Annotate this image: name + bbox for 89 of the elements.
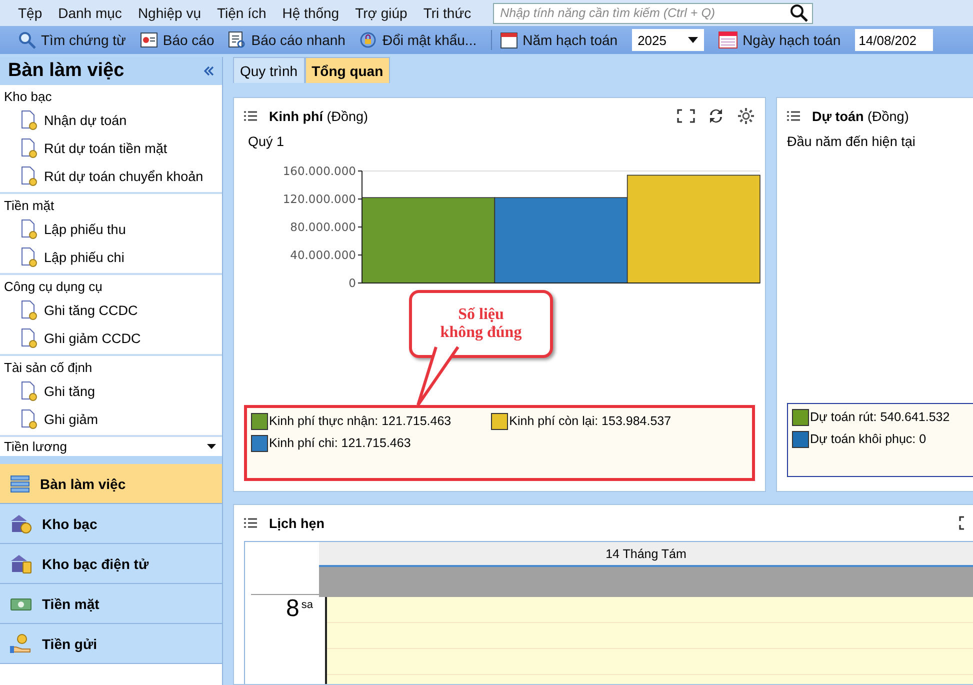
document-icon <box>20 110 38 130</box>
legend-label: Kinh phí thực nhận: 121.715.463 <box>269 414 452 428</box>
period-label: Đầu năm đến hiện tại <box>787 134 916 149</box>
list-icon[interactable] <box>244 518 257 528</box>
toolbar-button[interactable]: Năm hạch toán <box>500 31 618 49</box>
report-icon <box>140 32 158 48</box>
nav-button[interactable]: Bàn làm việc <box>0 464 222 504</box>
callout-text: không đúng <box>440 324 522 342</box>
axis-tick-label: 120.000.000 <box>282 192 356 206</box>
menu-item[interactable]: Tiện ích <box>208 5 274 21</box>
toolbar-button[interactable]: Đổi mật khẩu... <box>359 31 477 49</box>
list-icon[interactable] <box>244 111 257 121</box>
sidebar-item[interactable]: Rút dự toán tiền mặt <box>0 134 222 162</box>
menu-item[interactable]: Tri thức <box>415 5 480 21</box>
sidebar-item[interactable]: Lập phiếu thu <box>0 215 222 243</box>
sidebar-item[interactable]: Ghi tăng CCDC <box>0 296 222 324</box>
document-icon <box>20 247 38 267</box>
menu-item[interactable]: Trợ giúp <box>347 5 416 21</box>
panel-title: Lịch hẹn <box>269 516 325 530</box>
document-icon <box>20 328 38 348</box>
date-field[interactable]: 14/08/202 <box>854 29 933 51</box>
legend-label: Dự toán khôi phục: 0 <box>810 432 926 446</box>
legend-label: Dự toán rút: 540.641.532 <box>810 410 950 424</box>
panel-title: Dự toán (Đồng) <box>812 108 909 124</box>
sidebar-title: Bàn làm việc <box>8 60 124 82</box>
document-icon <box>20 300 38 320</box>
hour-label: 8 <box>286 595 300 624</box>
splitter-handle[interactable] <box>0 456 222 464</box>
group-title: Tài sản cố định <box>3 359 94 377</box>
sidebar-item[interactable]: Nhận dự toán <box>0 106 222 134</box>
calendar-icon <box>718 31 738 49</box>
toolbar-button[interactable]: Tìm chứng từ <box>18 31 126 49</box>
year-select[interactable]: 2025 <box>632 29 704 51</box>
search-icon <box>18 31 36 49</box>
toolbar-button[interactable]: Báo cáo nhanh <box>228 31 346 49</box>
hour-suffix: sa <box>301 598 313 613</box>
document-icon <box>20 166 38 186</box>
settings-icon[interactable] <box>737 107 755 125</box>
nav-button[interactable]: Kho bạc điện tử <box>0 544 222 584</box>
cash-icon <box>10 596 32 612</box>
document-icon <box>20 219 38 239</box>
layout-icon <box>10 474 30 492</box>
collapse-icon[interactable] <box>204 66 214 76</box>
nav-button[interactable]: Tiền mặt <box>0 584 222 624</box>
sidebar-item[interactable]: Rút dự toán chuyển khoản <box>0 162 222 190</box>
calendar-icon <box>500 31 518 49</box>
legend-label: Kinh phí còn lại: 153.984.537 <box>509 414 672 428</box>
nav-button[interactable]: Tiền gửi <box>0 624 222 664</box>
report-icon <box>228 31 246 49</box>
sidebar-item[interactable]: Ghi giảm <box>0 405 222 433</box>
menu-item[interactable]: Danh mục <box>50 5 130 21</box>
toolbar-button[interactable]: Ngày hạch toán <box>718 31 841 49</box>
sidebar-item[interactable]: Lập phiếu chi <box>0 243 222 271</box>
callout-text: Số liệu <box>458 306 504 324</box>
bank-icon <box>10 554 32 574</box>
caret-icon <box>688 37 698 43</box>
bank-icon <box>10 514 32 534</box>
tab[interactable]: Quy trình <box>233 57 305 83</box>
sidebar-item[interactable]: Ghi tăng <box>0 377 222 405</box>
document-icon <box>20 138 38 158</box>
document-icon <box>20 381 38 401</box>
panel-title: Kinh phí (Đồng) <box>269 108 368 124</box>
document-icon <box>20 409 38 429</box>
refresh-icon[interactable] <box>707 107 725 125</box>
lock-icon <box>359 31 378 49</box>
sidebar-item[interactable]: Ghi giảm CCDC <box>0 324 222 352</box>
period-label: Quý 1 <box>248 134 286 149</box>
list-icon[interactable] <box>787 111 800 121</box>
group-header[interactable]: Tiền lương <box>0 437 222 456</box>
menu-item[interactable]: Nghiệp vụ <box>130 5 209 21</box>
caret-icon <box>207 444 216 449</box>
toolbar-button[interactable]: Báo cáo <box>140 32 214 48</box>
axis-tick-label: 40.000.000 <box>290 248 356 262</box>
group-title: Kho bạc <box>3 88 53 106</box>
search-icon[interactable] <box>790 4 808 22</box>
hand-coin-icon <box>10 634 32 654</box>
fullscreen-icon[interactable] <box>677 109 695 123</box>
day-header: 14 Tháng Tám <box>319 542 973 567</box>
nav-button[interactable]: Kho bạc <box>0 504 222 544</box>
search-field[interactable]: Nhập tính năng cần tìm kiếm (Ctrl + Q) <box>493 2 814 24</box>
menu-item[interactable]: Tệp <box>10 5 50 21</box>
axis-tick-label: 160.000.000 <box>282 164 356 178</box>
axis-tick-label: 0 <box>348 276 356 290</box>
tab[interactable]: Tổng quan <box>304 57 390 83</box>
menu-item[interactable]: Hệ thống <box>274 5 348 21</box>
group-title: Tiền mặt <box>3 197 56 215</box>
group-title: Công cụ dụng cụ <box>3 278 104 296</box>
axis-tick-label: 80.000.000 <box>290 220 356 234</box>
legend-label: Kinh phí chi: 121.715.463 <box>269 436 411 450</box>
